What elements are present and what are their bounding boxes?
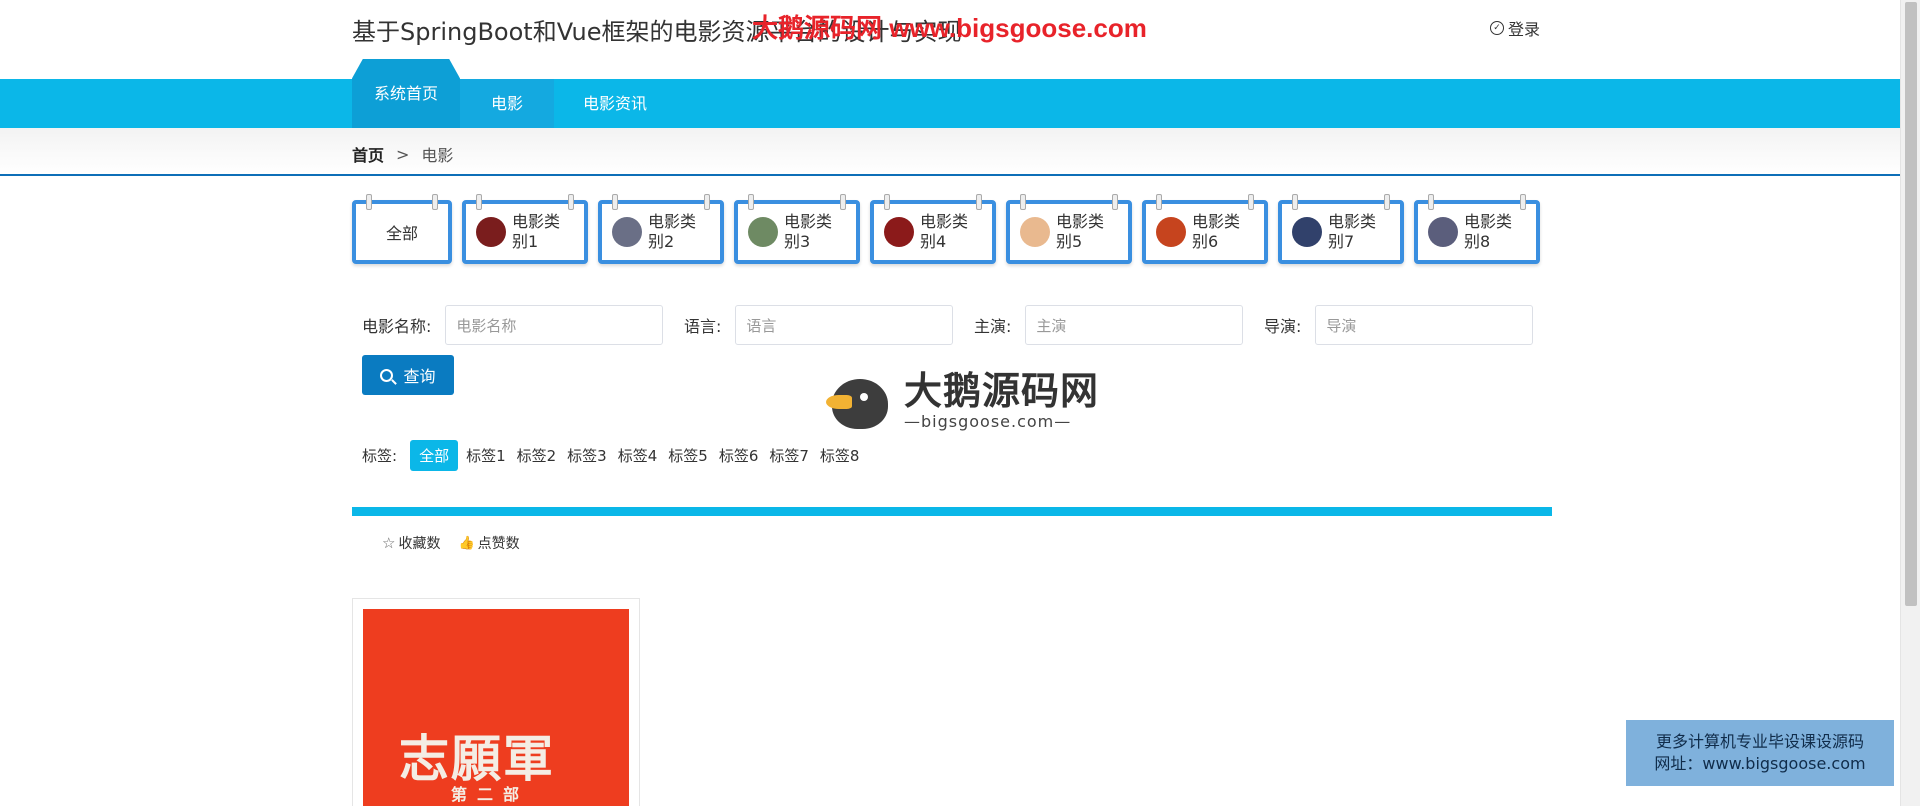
thumbs-up-icon: 👍 [458, 535, 475, 551]
promo-box[interactable]: 更多计算机专业毕设课设源码 网址：www.bigsgoose.com [1626, 720, 1894, 786]
watermark-text: 大鹅源码网 www.bigsgoose.com [752, 13, 1147, 43]
category-thumbnail [1156, 217, 1186, 247]
category-thumbnail [1292, 217, 1322, 247]
scrollbar-thumb[interactable] [1905, 2, 1917, 606]
category-thumbnail [748, 217, 778, 247]
category-label: 电影类别7 [1328, 212, 1377, 251]
movie-name-label: 电影名称: [362, 317, 432, 336]
category-all[interactable]: 全部 [352, 194, 452, 264]
actor-label: 主演: [974, 317, 1012, 336]
search-button[interactable]: 查询 [362, 355, 454, 395]
watermark-logo: 大鹅源码网 —bigsgoose.com— [826, 370, 1099, 431]
tag-item[interactable]: 标签7 [766, 441, 812, 470]
category-item[interactable]: 电影类别1 [462, 194, 588, 264]
tag-item[interactable]: 标签1 [463, 441, 509, 470]
category-list: 全部 电影类别1 电影类别2 电影类别3 电影类别4 电影类别5 电影类别6 电… [352, 194, 1540, 264]
tag-item[interactable]: 标签6 [716, 441, 762, 470]
page-scrollbar[interactable] [1900, 0, 1920, 806]
promo-line-2: 网址：www.bigsgoose.com [1654, 754, 1866, 773]
nav-item-home[interactable]: 系统首页 [352, 59, 460, 128]
category-item[interactable]: 电影类别5 [1006, 194, 1132, 264]
site-header: 基于SpringBoot和Vue框架的电影资源平台的设计与实现 大鹅源码网 ww… [0, 0, 1900, 79]
category-item[interactable]: 电影类别2 [598, 194, 724, 264]
category-label: 电影类别1 [512, 212, 561, 251]
tag-item[interactable]: 标签2 [514, 441, 560, 470]
category-label: 电影类别6 [1192, 212, 1241, 251]
goose-logo-icon [826, 373, 896, 429]
category-item[interactable]: 电影类别6 [1142, 194, 1268, 264]
category-label: 电影类别3 [784, 212, 833, 251]
category-label: 全部 [385, 224, 418, 243]
movie-name-field: 电影名称: 电影名称 [362, 305, 664, 345]
section-divider [352, 507, 1552, 516]
category-thumbnail [884, 217, 914, 247]
watermark-logo-subtitle: —bigsgoose.com— [904, 412, 1072, 431]
search-button-label: 查询 [403, 367, 436, 386]
breadcrumb: 首页 > 电影 [352, 142, 453, 166]
category-thumbnail [476, 217, 506, 247]
actor-field: 主演: 主演 [974, 305, 1244, 345]
watermark-logo-title: 大鹅源码网 [904, 369, 1100, 413]
director-label: 导演: [1264, 317, 1302, 336]
director-field: 导演: 导演 [1264, 305, 1534, 345]
login-link[interactable]: ✓ 登录 [1490, 16, 1540, 40]
tag-item[interactable]: 标签3 [564, 441, 610, 470]
language-input[interactable]: 语言 [735, 305, 954, 345]
sort-by-likes[interactable]: 👍 点赞数 [458, 533, 519, 553]
tag-filter: 标签: 全部 标签1 标签2 标签3 标签4 标签5 标签6 标签7 标签8 [362, 440, 862, 471]
breadcrumb-bar: 首页 > 电影 [0, 128, 1900, 176]
category-item[interactable]: 电影类别3 [734, 194, 860, 264]
tag-filter-label: 标签: [362, 447, 398, 465]
search-icon [380, 368, 394, 382]
category-label: 电影类别4 [920, 212, 969, 251]
tag-item[interactable]: 标签8 [817, 441, 863, 470]
category-label: 电影类别8 [1464, 212, 1513, 251]
category-label: 电影类别2 [648, 212, 697, 251]
tag-item[interactable]: 标签5 [665, 441, 711, 470]
category-item[interactable]: 电影类别7 [1278, 194, 1404, 264]
tag-item[interactable]: 标签4 [615, 441, 661, 470]
promo-line-1: 更多计算机专业毕设课设源码 [1655, 732, 1864, 751]
language-field: 语言: 语言 [684, 305, 954, 345]
category-item[interactable]: 电影类别4 [870, 194, 996, 264]
breadcrumb-separator: > [396, 144, 410, 164]
sort-likes-label: 点赞数 [477, 536, 520, 552]
poster-subtitle: 第二部 [451, 785, 530, 804]
check-circle-icon: ✓ [1490, 21, 1504, 35]
category-label: 电影类别5 [1056, 212, 1105, 251]
sort-by-favorites[interactable]: ☆ 收藏数 [382, 533, 440, 553]
nav-item-movie[interactable]: 电影 [460, 79, 554, 128]
login-label: 登录 [1508, 20, 1541, 39]
category-thumbnail [1428, 217, 1458, 247]
movie-poster[interactable]: 志願軍 第二部 [363, 609, 629, 806]
actor-input[interactable]: 主演 [1025, 305, 1244, 345]
nav-item-label: 系统首页 [373, 84, 438, 103]
movie-card[interactable]: 志願軍 第二部 [352, 598, 640, 806]
category-thumbnail [612, 217, 642, 247]
breadcrumb-current: 电影 [421, 146, 454, 165]
sort-favorites-label: 收藏数 [398, 536, 441, 552]
main-nav: 系统首页 电影 电影资讯 [0, 59, 1900, 128]
category-thumbnail [1020, 217, 1050, 247]
category-item[interactable]: 电影类别8 [1414, 194, 1540, 264]
director-input[interactable]: 导演 [1315, 305, 1534, 345]
language-label: 语言: [684, 317, 722, 336]
nav-item-movie-news[interactable]: 电影资讯 [568, 79, 662, 128]
sort-options: ☆ 收藏数 👍 点赞数 [382, 533, 520, 553]
breadcrumb-home[interactable]: 首页 [352, 142, 384, 166]
tag-all[interactable]: 全部 [410, 440, 459, 471]
movie-name-input[interactable]: 电影名称 [445, 305, 664, 345]
star-icon: ☆ [382, 534, 396, 552]
